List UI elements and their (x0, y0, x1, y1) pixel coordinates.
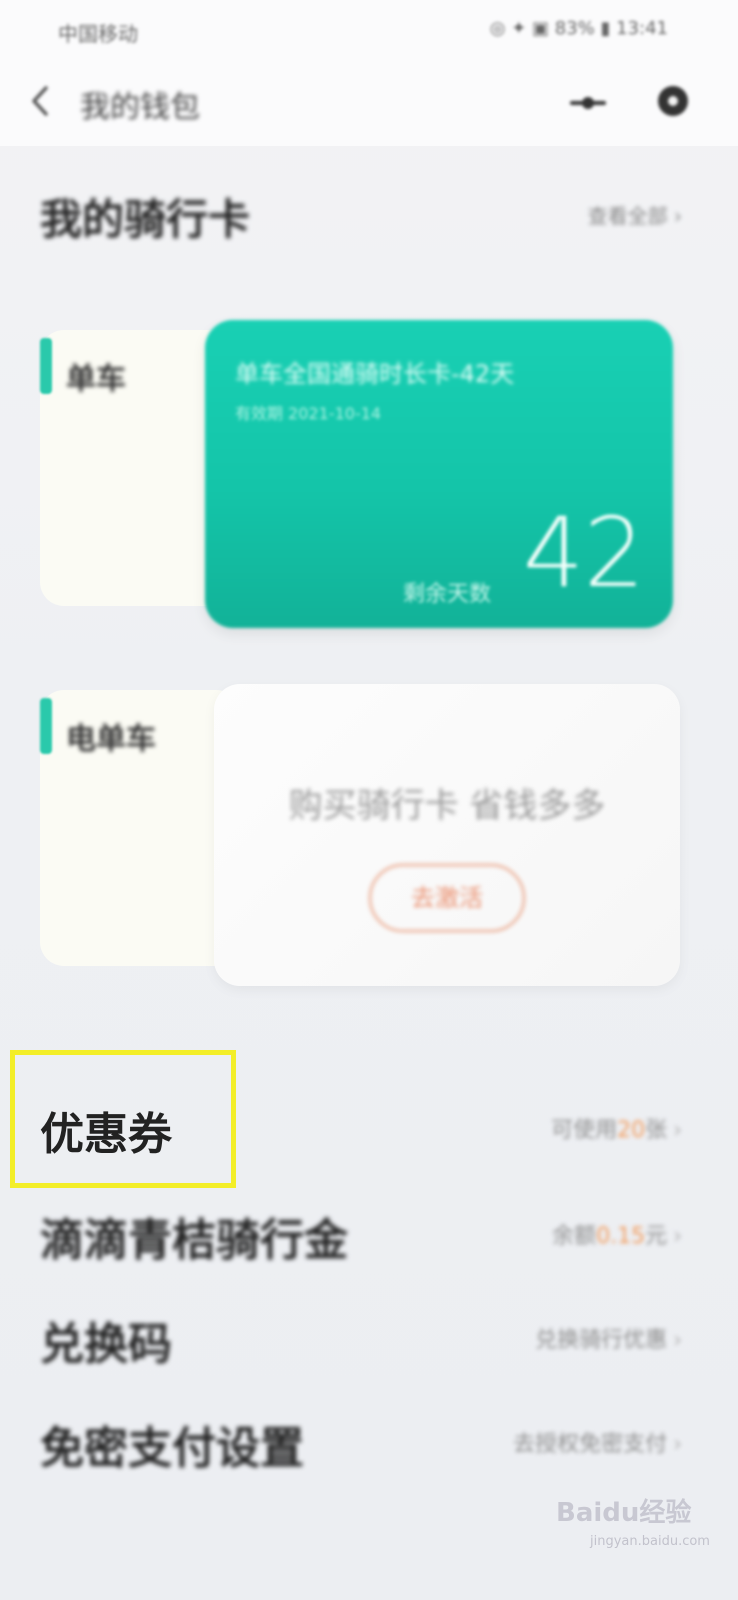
page-title: 我的钱包 (80, 90, 200, 125)
category-bike-label: 单车 (66, 362, 126, 397)
baidu-watermark: Baidu经验 (556, 1498, 692, 1528)
minimize-icon[interactable] (568, 86, 608, 120)
view-all-link[interactable]: 查看全部 › (588, 200, 682, 229)
header: 我的钱包 (0, 56, 738, 146)
menu-value: 兑换骑行优惠 › (535, 1328, 682, 1353)
status-bar: 中国移动 ◎ ✦ ▣ 83% ▮ 13:41 (0, 0, 738, 56)
carrier-label: 中国移动 (58, 22, 138, 46)
more-circle-icon[interactable] (656, 84, 690, 118)
riding-card-title: 单车全国通骑时长卡-42天 (235, 360, 515, 388)
baidu-watermark-url: jingyan.baidu.com (590, 1534, 710, 1549)
menu-label: 优惠券 (40, 1109, 172, 1160)
promo-card: 购买骑行卡 省钱多多 去激活 (214, 684, 680, 986)
remaining-days-label: 剩余天数 (403, 582, 492, 607)
menu-label: 兑换码 (40, 1319, 172, 1370)
cards-section-title: 我的骑行卡 (40, 195, 251, 244)
activate-button[interactable]: 去激活 (369, 864, 525, 932)
menu-label: 滴滴青桔骑行金 (40, 1215, 348, 1266)
chevron-left-icon[interactable] (26, 84, 56, 118)
menu-value: 可使用20张 › (551, 1118, 682, 1143)
category-indicator (40, 698, 52, 754)
category-indicator (40, 338, 52, 394)
menu-value: 去授权免密支付 › (513, 1432, 682, 1457)
riding-card-expire: 有效期 2021-10-14 (235, 404, 382, 423)
menu-label: 免密支付设置 (40, 1423, 304, 1474)
category-ebike-label: 电单车 (66, 722, 156, 757)
category-ebike-tab[interactable]: 电单车 (40, 690, 240, 966)
riding-card[interactable]: 单车全国通骑时长卡-42天 有效期 2021-10-14 剩余天数 42 (205, 320, 673, 628)
status-icons: ◎ ✦ ▣ 83% ▮ 13:41 (489, 18, 668, 39)
promo-text: 购买骑行卡 省钱多多 (288, 786, 606, 826)
menu-value: 余额0.15元 › (552, 1224, 682, 1249)
remaining-days-value: 42 (522, 497, 645, 609)
